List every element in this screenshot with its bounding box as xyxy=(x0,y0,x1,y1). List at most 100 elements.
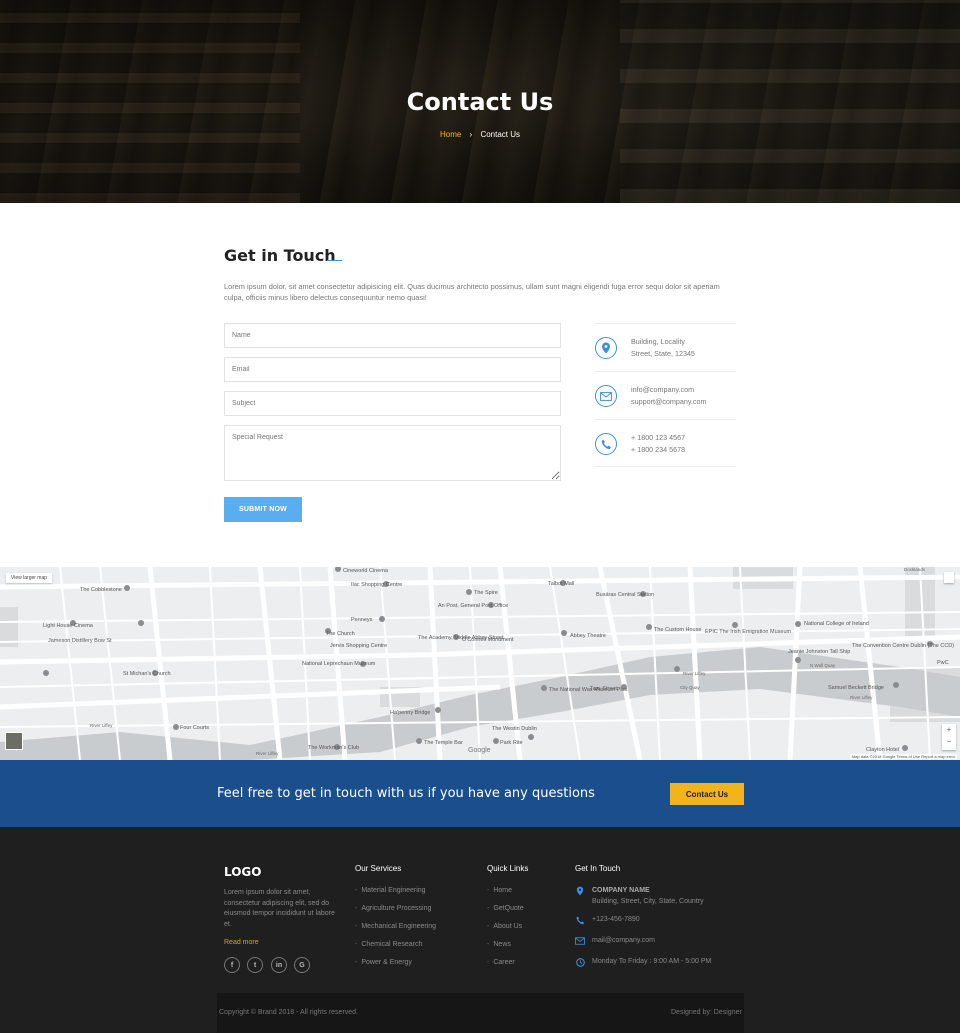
clock-icon xyxy=(575,957,585,967)
map-label: Tara Street xyxy=(590,686,617,692)
map-label: Penneys xyxy=(351,617,373,623)
map-label: The Spire xyxy=(474,590,498,596)
map-label: EPIC The Irish Emigration Museum xyxy=(705,629,792,635)
get-in-touch-title: Get in Touch xyxy=(224,246,336,265)
linkedin-icon[interactable]: in xyxy=(271,957,287,973)
map-label: Abbey Theatre xyxy=(570,633,606,639)
map-label: An Post, General Post Office xyxy=(438,603,508,609)
email-line-2[interactable]: support@company.com xyxy=(631,396,706,408)
service-link[interactable]: - Chemical Research xyxy=(355,941,422,948)
map-label: Jeanie Johnston Tall Ship xyxy=(788,649,850,655)
quick-link[interactable]: - Career xyxy=(487,959,515,966)
mail-icon xyxy=(595,385,617,407)
special-request-textarea[interactable] xyxy=(224,425,561,481)
breadcrumb-home-link[interactable]: Home xyxy=(440,130,461,139)
map-label: River Liffey xyxy=(850,695,873,700)
services-heading: Our Services xyxy=(355,864,402,873)
footer-email[interactable]: mail@company.com xyxy=(592,936,655,947)
phone-icon xyxy=(575,915,585,925)
get-in-touch-intro: Lorem ipsum dolor, sit amet consectetur … xyxy=(224,282,720,302)
map-label: Clayton Hotel xyxy=(866,747,899,753)
footer-address: COMPANY NAME Building, Street, City, Sta… xyxy=(592,886,704,907)
address-line-1: Building, Locality xyxy=(631,337,685,346)
map-label: St Michan's Church xyxy=(123,671,171,677)
map-label: National College of Ireland xyxy=(804,621,869,627)
info-divider xyxy=(595,466,736,467)
map-label: PwC xyxy=(937,660,949,666)
zoom-out-icon[interactable]: − xyxy=(942,736,956,748)
phone-icon xyxy=(595,433,617,455)
breadcrumb-separator-icon: › xyxy=(469,130,473,139)
footer-about-text: Lorem ipsum dolor sit amet, consectetur … xyxy=(224,889,335,928)
map-label: Ha'penny Bridge xyxy=(390,710,431,716)
cta-text: Feel free to get in touch with us if you… xyxy=(217,786,595,801)
quick-link[interactable]: - Home xyxy=(487,887,512,894)
map-pin-icon xyxy=(595,337,617,359)
email-info: info@company.com support@company.com xyxy=(595,372,736,420)
copyright-text: Copyright © Brand 2018 - All rights rese… xyxy=(219,1009,359,1016)
designed-by-text: Designed by: Designer xyxy=(671,1009,742,1016)
map-label: Jameson Distillery Bow St xyxy=(48,638,112,644)
service-link[interactable]: - Material Engineering xyxy=(355,887,426,894)
address-line-2: Street, State, 12345 xyxy=(631,348,695,358)
breadcrumb-current: Contact Us xyxy=(480,130,521,139)
footer-hours: Monday To Friday : 9:00 AM - 5:00 PM xyxy=(592,958,712,965)
facebook-icon[interactable]: f xyxy=(224,957,240,973)
map-label: Cineworld Cinema xyxy=(343,568,389,574)
footer-logo[interactable]: LOGO xyxy=(224,865,261,879)
mail-icon xyxy=(575,936,585,946)
quick-link[interactable]: - About Us xyxy=(487,923,522,930)
map-label: Four Courts xyxy=(180,725,209,731)
service-link[interactable]: - Power & Energy xyxy=(355,959,412,966)
map-label: Samuel Beckett Bridge xyxy=(828,685,884,691)
twitter-icon[interactable]: t xyxy=(247,957,263,973)
name-input[interactable] xyxy=(224,323,561,348)
submit-button[interactable]: SUBMIT NOW xyxy=(224,497,302,522)
map-label: O'Connell Monument xyxy=(462,637,514,643)
breadcrumb: Home › Contact Us xyxy=(0,130,960,139)
subject-input[interactable] xyxy=(224,391,561,416)
map-label: National Leprechaun Museum xyxy=(302,661,376,667)
map-label: City Quay xyxy=(680,685,701,690)
map-label: The Temple Bar xyxy=(424,740,463,746)
map-label: Light House Cinema xyxy=(43,623,94,629)
title-underline xyxy=(327,260,342,261)
contact-us-button[interactable]: Contact Us xyxy=(670,783,744,805)
map-label: River Liffey xyxy=(90,723,113,728)
view-larger-map-link[interactable]: View larger map xyxy=(6,573,53,583)
phone-line-1[interactable]: + 1800 123 4567 xyxy=(631,432,685,444)
page-title: Contact Us xyxy=(406,88,554,116)
map-label: The Custom House xyxy=(654,627,701,633)
map-label: The Church xyxy=(326,631,355,637)
service-link[interactable]: - Agriculture Processing xyxy=(355,905,431,912)
service-link[interactable]: - Mechanical Engineering xyxy=(355,923,436,930)
embedded-map[interactable]: Cineworld Cinema Ilac Shopping Centre Ta… xyxy=(0,567,960,760)
map-label: Busáras Central Station xyxy=(596,592,654,598)
map-pin-icon xyxy=(575,886,585,896)
phone-info: + 1800 123 4567 + 1800 234 5678 xyxy=(595,420,736,468)
address-info: Building, Locality Street, State, 12345 xyxy=(595,324,736,372)
read-more-link[interactable]: Read more xyxy=(224,939,259,946)
satellite-toggle-icon[interactable] xyxy=(5,732,23,750)
footer-touch-heading: Get In Touch xyxy=(575,864,621,873)
email-line-1[interactable]: info@company.com xyxy=(631,384,706,396)
google-plus-icon[interactable]: G xyxy=(294,957,310,973)
map-canvas[interactable]: Cineworld Cinema Ilac Shopping Centre Ta… xyxy=(0,567,960,760)
google-logo: Google xyxy=(468,747,491,754)
map-label: Talbot Mall xyxy=(548,581,574,587)
map-label: Park Rite xyxy=(500,740,523,746)
phone-line-2[interactable]: + 1800 234 5678 xyxy=(631,444,685,456)
map-label: The Workman's Club xyxy=(308,745,359,751)
footer-phone[interactable]: +123-456-7890 xyxy=(592,915,640,926)
zoom-in-icon[interactable]: + xyxy=(942,724,956,736)
quick-link[interactable]: - GetQuote xyxy=(487,905,524,912)
email-input[interactable] xyxy=(224,357,561,382)
map-label: The Cobblestone xyxy=(80,587,122,593)
map-label: Ilac Shopping Centre xyxy=(351,582,402,588)
quick-link[interactable]: - News xyxy=(487,941,511,948)
map-label: The Convention Centre Dublin (The CCD) xyxy=(852,643,954,649)
street-view-pegman-icon[interactable] xyxy=(944,572,954,583)
company-address: Building, Street, City, State, Country xyxy=(592,897,704,905)
company-name: COMPANY NAME xyxy=(592,887,650,894)
map-label: Docklands xyxy=(904,567,926,572)
